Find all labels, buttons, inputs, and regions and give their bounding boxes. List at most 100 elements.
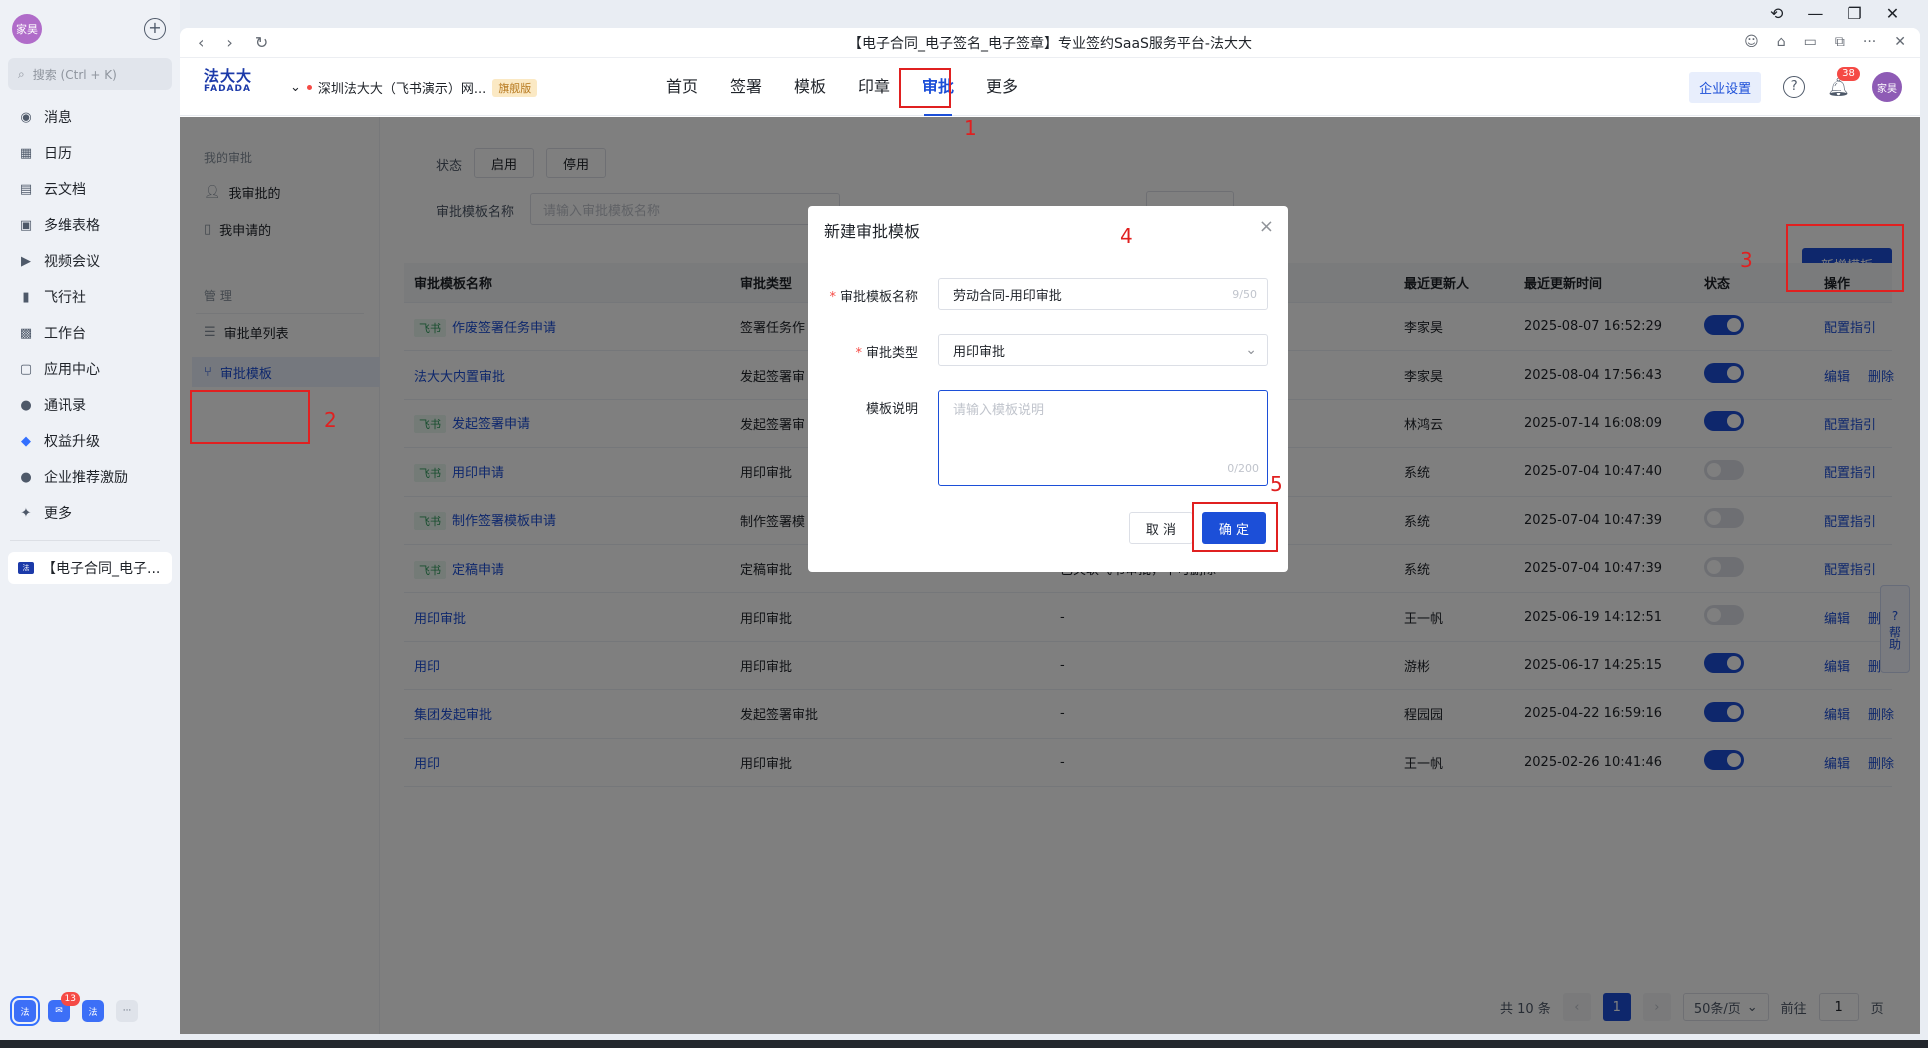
feishu-sidebar: 家昊 + ⌕ 搜索 (Ctrl + K) ◉ 消息 ▦ 日历 ▤ 云文档 ▣ 多维表格 ▶ 视频会… — [0, 0, 180, 1040]
sidebar-item-10[interactable]: ● 企业推荐激励 — [18, 464, 128, 490]
book-icon: ▮ — [22, 289, 30, 305]
doc-icon: ▤ — [19, 181, 33, 197]
contacts-icon: ● — [20, 397, 32, 413]
desc-label: 模板说明 — [865, 402, 918, 417]
annotation-number-2: 2 — [324, 408, 337, 432]
window-controls: ⟲ — ❐ ✕ — [1770, 4, 1899, 23]
fadada-logo[interactable]: 法大大 FADADA — [204, 69, 252, 96]
bell-icon[interactable]: 🔔︎ 38 — [1827, 66, 1860, 98]
history-icon[interactable]: ⟲ — [1770, 4, 1783, 23]
minimize-icon[interactable]: — — [1807, 4, 1823, 23]
annotation-number-5: 5 — [1270, 472, 1283, 496]
top-nav-item-1[interactable]: 签署 — [714, 58, 778, 116]
org-name: 深圳法大大（飞书演示）网... — [317, 82, 487, 97]
chevron-down-icon: ⌄ — [1245, 342, 1257, 358]
search-icon: ⌕ — [18, 66, 25, 81]
status-dot — [306, 85, 312, 90]
browser-window: ‹ › ↻ 【电子合同_电子签名_电子签章】专业签约SaaS服务平台-法大大 ☺… — [180, 28, 1920, 1034]
sidebar-item-3[interactable]: ▣ 多维表格 — [18, 212, 100, 238]
more-icon[interactable]: ··· — [1863, 34, 1876, 50]
corp-settings-button[interactable]: 企业设置 — [1689, 71, 1762, 103]
sidebar-item-1[interactable]: ▦ 日历 — [18, 140, 72, 166]
sidebar-item-label: 日历 — [44, 146, 72, 162]
top-nav-item-3[interactable]: 印章 — [842, 58, 906, 116]
open-app-tab-label: 【电子合同_电子... — [42, 561, 161, 577]
dialog-title: 新建审批模板 — [824, 222, 921, 241]
sidebar-item-8[interactable]: ● 通讯录 — [18, 392, 86, 418]
sidebar-item-label: 视频会议 — [44, 254, 100, 270]
sidebar-item-7[interactable]: ▢ 应用中心 — [18, 356, 100, 382]
top-nav-item-2[interactable]: 模板 — [778, 58, 842, 116]
sidebar-item-label: 云文档 — [44, 182, 86, 198]
window-icon[interactable]: ▭ — [1804, 34, 1817, 50]
annotation-box-3 — [1786, 224, 1904, 292]
org-switcher[interactable]: ⌄ 深圳法大大（飞书演示）网... 旗舰版 — [290, 78, 538, 97]
sidebar-item-label: 应用中心 — [44, 362, 100, 378]
restore-icon[interactable]: ❐ — [1847, 4, 1861, 23]
approval-type-select[interactable]: 用印审批 ⌄ — [938, 334, 1268, 366]
video-icon: ▶ — [21, 253, 31, 269]
sidebar-divider — [10, 540, 160, 541]
taskbar — [0, 1040, 1928, 1048]
sidebar-item-0[interactable]: ◉ 消息 — [18, 104, 72, 130]
description-textarea[interactable]: 请输入模板说明 0/200 — [938, 390, 1268, 486]
search-input[interactable]: ⌕ 搜索 (Ctrl + K) — [8, 58, 172, 90]
close-tab-icon[interactable]: ✕ — [1894, 34, 1906, 50]
help-icon[interactable]: ? — [1783, 76, 1806, 98]
close-window-icon[interactable]: ✕ — [1886, 4, 1899, 23]
top-nav-item-0[interactable]: 首页 — [650, 58, 714, 116]
edition-badge: 旗舰版 — [492, 78, 538, 97]
template-name-input[interactable]: 劳动合同-用印审批 9/50 — [938, 278, 1268, 310]
fadada-logo-icon: 法 — [18, 562, 34, 574]
create-plus-icon[interactable]: + — [144, 18, 166, 40]
search-placeholder: 搜索 (Ctrl + K) — [32, 67, 117, 82]
close-icon[interactable]: × — [1259, 216, 1274, 237]
forward-icon[interactable]: › — [226, 33, 232, 52]
sidebar-item-label: 飞行社 — [44, 290, 86, 306]
type-label: * 审批类型 — [855, 346, 918, 361]
calendar-icon: ▦ — [19, 145, 33, 161]
annotation-box-2 — [190, 390, 310, 444]
top-nav: 首页 签署 模板 印章 审批 更多 — [650, 58, 1034, 116]
refresh-icon[interactable]: ↻ — [255, 33, 268, 52]
sidebar-item-11[interactable]: ✦ 更多 — [18, 500, 72, 526]
sidebar-item-label: 消息 — [44, 110, 72, 126]
user-avatar-header[interactable]: 家昊 — [1872, 72, 1902, 102]
app-badge: 13 — [60, 992, 80, 1006]
fadada-app-icon[interactable]: 法 — [10, 996, 40, 1026]
annotation-box-5 — [1192, 502, 1278, 552]
bot-icon[interactable]: ⌂ — [1777, 34, 1786, 50]
desc-char-count: 0/200 — [1227, 462, 1259, 475]
user-avatar[interactable]: 家昊 — [12, 14, 42, 44]
chat-icon: ◉ — [20, 109, 32, 125]
fadada-app-icon-2[interactable]: 法 — [82, 1000, 104, 1022]
sidebar-item-label: 工作台 — [44, 326, 86, 342]
sidebar-item-label: 多维表格 — [44, 218, 100, 234]
sidebar-item-label: 通讯录 — [44, 398, 86, 414]
annotation-number-1: 1 — [964, 116, 977, 140]
sidebar-item-2[interactable]: ▤ 云文档 — [18, 176, 86, 202]
sidebar-item-4[interactable]: ▶ 视频会议 — [18, 248, 100, 274]
sidebar-item-6[interactable]: ▩ 工作台 — [18, 320, 86, 346]
sidebar-item-9[interactable]: ◆ 权益升级 — [18, 428, 100, 454]
sidebar-item-5[interactable]: ▮ 飞行社 — [18, 284, 86, 310]
char-count: 9/50 — [1232, 287, 1257, 301]
app-header: 法大大 FADADA ⌄ 深圳法大大（飞书演示）网... 旗舰版 首页 签署 模板印… — [180, 58, 1920, 116]
bag-icon: ▢ — [19, 361, 33, 377]
browser-toolbar: ‹ › ↻ 【电子合同_电子签名_电子签章】专业签约SaaS服务平台-法大大 ☺… — [180, 28, 1920, 58]
base-icon: ▣ — [19, 217, 33, 233]
split-icon[interactable]: ⧉ — [1835, 34, 1845, 50]
person-icon: ● — [20, 469, 32, 485]
annotation-number-3: 3 — [1740, 248, 1753, 272]
more-icon: ✦ — [20, 505, 32, 521]
top-nav-item-5[interactable]: 更多 — [970, 58, 1034, 116]
more-apps-icon[interactable]: ··· — [116, 1000, 138, 1022]
open-app-tab[interactable]: 法 【电子合同_电子... — [8, 552, 172, 584]
comment-icon[interactable]: ☺ — [1744, 34, 1759, 50]
sidebar-bottom-apps: 法 ✉ 13 法 ··· — [10, 992, 138, 1026]
sidebar-item-label: 权益升级 — [44, 434, 100, 450]
message-app-icon[interactable]: ✉ 13 — [48, 992, 80, 1022]
diamond-icon: ◆ — [21, 433, 31, 449]
cancel-button[interactable]: 取 消 — [1129, 512, 1193, 544]
back-icon[interactable]: ‹ — [198, 33, 204, 52]
